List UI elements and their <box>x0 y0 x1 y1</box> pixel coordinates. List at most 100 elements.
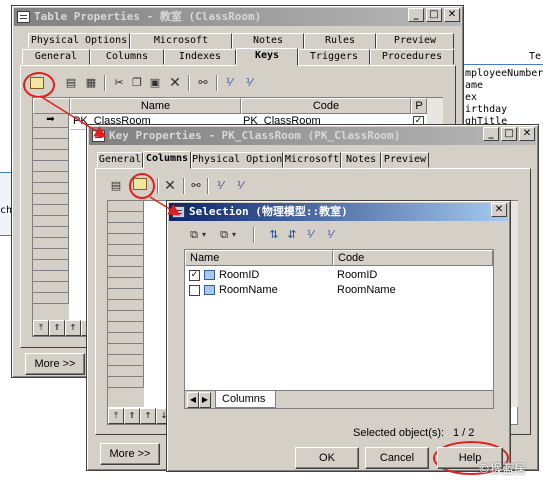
key-maximize-button[interactable]: □ <box>501 127 517 141</box>
row-header-cell[interactable] <box>33 282 69 293</box>
select-all-icon[interactable]: ⇅ <box>265 227 283 243</box>
row-header-cell[interactable] <box>108 344 144 355</box>
tab-scroll-left-icon[interactable]: ◀ <box>187 392 199 408</box>
selection-row-checkbox[interactable]: ✓ <box>189 270 200 281</box>
row-header-cell[interactable] <box>108 267 144 278</box>
row-header-cell[interactable] <box>33 293 69 304</box>
add-row-icon[interactable]: ▤ <box>62 75 80 91</box>
row-header-cell[interactable] <box>108 366 144 377</box>
tab-notes[interactable]: Notes <box>232 33 304 49</box>
selection-filter-all-icon[interactable]: ⅟ <box>321 227 339 243</box>
row-header-cell[interactable] <box>33 227 69 238</box>
key-move-up-icon[interactable]: ↑ <box>140 408 156 424</box>
key-move-top-icon[interactable]: ⤒ <box>108 408 124 424</box>
tab-physical-options[interactable]: Physical Options <box>28 33 130 49</box>
tab-procedures[interactable]: Procedures <box>370 49 454 65</box>
table-more-button[interactable]: More >> <box>25 353 85 375</box>
row-header-cell[interactable] <box>108 256 144 267</box>
minimize-button[interactable]: _ <box>408 8 424 22</box>
current-row-marker[interactable]: ➡ <box>33 114 69 128</box>
row-header-cell[interactable] <box>33 249 69 260</box>
selection-filter-icon[interactable]: ⅟ <box>301 227 319 243</box>
row-header-cell[interactable] <box>108 234 144 245</box>
key-close-button[interactable]: ✕ <box>519 127 535 141</box>
add-columns-icon[interactable] <box>133 178 147 190</box>
row-header-cell[interactable] <box>33 205 69 216</box>
filter-icon[interactable]: ⅟ <box>220 75 238 91</box>
row-header-cell[interactable] <box>33 139 69 150</box>
key-more-button[interactable]: More >> <box>100 443 160 465</box>
row-header-cell[interactable] <box>33 183 69 194</box>
tab-rules[interactable]: Rules <box>304 33 376 49</box>
row-header-cell[interactable] <box>108 377 144 388</box>
tab-preview[interactable]: Preview <box>376 33 454 49</box>
row-header-cell[interactable] <box>33 150 69 161</box>
tab-triggers[interactable]: Triggers <box>298 49 370 65</box>
deselect-all-icon[interactable]: ⇵ <box>283 227 301 243</box>
selection-header-name[interactable]: Name <box>185 250 333 266</box>
column-header-name[interactable]: Name <box>70 98 241 114</box>
properties-icon[interactable] <box>30 77 44 89</box>
move-top-icon[interactable]: ⤒ <box>33 320 49 336</box>
key-minimize-button[interactable]: _ <box>483 127 499 141</box>
cut-icon[interactable]: ✂ <box>110 75 128 91</box>
tab-scroll-right-icon[interactable]: ▶ <box>199 392 211 408</box>
key-tab-preview[interactable]: Preview <box>381 152 429 168</box>
row-header-cell[interactable] <box>108 245 144 256</box>
row-header-cell[interactable] <box>108 322 144 333</box>
selection-header-code[interactable]: Code <box>333 250 493 266</box>
selection-row-checkbox[interactable] <box>189 285 200 296</box>
move-up-page-icon[interactable]: ⇑ <box>49 320 65 336</box>
row-header-cell[interactable] <box>33 260 69 271</box>
row-header-cell[interactable] <box>108 289 144 300</box>
delete-icon[interactable]: ✕ <box>166 75 184 91</box>
key-tab-columns[interactable]: Columns <box>143 151 191 169</box>
close-button[interactable]: ✕ <box>444 8 460 22</box>
row-header-cell[interactable] <box>108 300 144 311</box>
key-delete-icon[interactable]: ✕ <box>161 178 179 194</box>
key-tab-physical-options[interactable]: Physical Options <box>191 152 288 168</box>
row-header-cell[interactable] <box>33 172 69 183</box>
column-header-primary[interactable]: P <box>411 98 427 114</box>
row-header-cell[interactable] <box>33 194 69 205</box>
select-package-dropdown-icon[interactable]: ▾ <box>229 227 239 243</box>
key-filter-all-icon[interactable]: ⅟ <box>231 178 249 194</box>
row-header-cell[interactable] <box>108 201 144 212</box>
tab-microsoft[interactable]: Microsoft <box>130 33 232 49</box>
selection-row[interactable]: ✓ RoomID RoomID <box>185 268 493 283</box>
paste-icon[interactable]: ▣ <box>146 75 164 91</box>
key-properties-icon[interactable]: ▤ <box>107 178 125 194</box>
key-tab-general[interactable]: General <box>97 152 143 168</box>
row-header-cell[interactable] <box>108 355 144 366</box>
tab-keys[interactable]: Keys <box>236 48 298 66</box>
row-header-cell[interactable] <box>33 161 69 172</box>
key-properties-titlebar[interactable]: Key Properties - PK_ClassRoom (PK_ClassR… <box>89 127 536 145</box>
row-header-cell[interactable] <box>108 333 144 344</box>
column-header-code[interactable]: Code <box>241 98 411 114</box>
row-header-cell[interactable] <box>33 238 69 249</box>
key-find-icon[interactable]: ⚯ <box>187 178 205 194</box>
row-header-cell[interactable] <box>33 271 69 282</box>
row-header-cell[interactable] <box>108 223 144 234</box>
key-move-up-page-icon[interactable]: ⇑ <box>124 408 140 424</box>
select-model-dropdown-icon[interactable]: ▾ <box>199 227 209 243</box>
row-header-cell[interactable] <box>33 128 69 139</box>
copy-icon[interactable]: ❐ <box>128 75 146 91</box>
selection-titlebar[interactable]: Selection (物理模型::教室) <box>169 203 508 221</box>
tab-general[interactable]: General <box>22 49 90 65</box>
selection-close-button[interactable]: ✕ <box>491 203 507 217</box>
key-filter-icon[interactable]: ⅟ <box>211 178 229 194</box>
row-header-cell[interactable] <box>33 216 69 227</box>
tab-indexes[interactable]: Indexes <box>164 49 236 65</box>
selection-tab-columns[interactable]: Columns <box>215 391 277 408</box>
cancel-button[interactable]: Cancel <box>365 447 429 469</box>
insert-row-icon[interactable]: ▦ <box>82 75 100 91</box>
ok-button[interactable]: OK <box>295 447 359 469</box>
move-up-icon[interactable]: ↑ <box>65 320 81 336</box>
tab-columns[interactable]: Columns <box>90 49 164 65</box>
row-header-cell[interactable] <box>108 278 144 289</box>
table-properties-titlebar[interactable]: Table Properties - 教室 (ClassRoom) <box>14 8 461 26</box>
selection-row[interactable]: RoomName RoomName <box>185 283 493 298</box>
row-header-cell[interactable] <box>108 212 144 223</box>
maximize-button[interactable]: □ <box>426 8 442 22</box>
